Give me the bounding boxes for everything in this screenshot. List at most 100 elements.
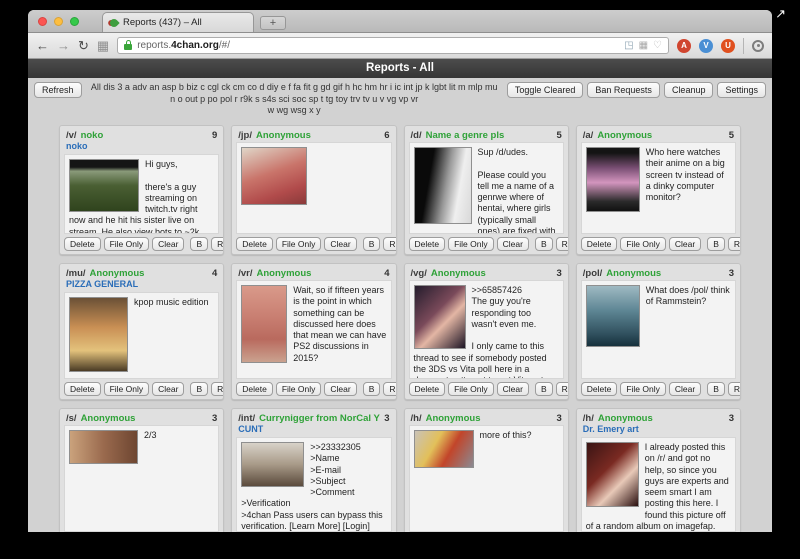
ban-requests-button[interactable]: Ban Requests xyxy=(587,82,660,98)
toolbar-divider xyxy=(743,38,744,54)
post-thumbnail[interactable] xyxy=(414,147,472,224)
adblock-extension-icon[interactable]: A xyxy=(677,39,691,53)
file-only-button[interactable]: File Only xyxy=(104,237,150,251)
tab-title: Reports (437) – All xyxy=(123,17,202,28)
post-title: Anonymous xyxy=(81,413,208,424)
post-thumbnail[interactable] xyxy=(241,285,287,363)
v-extension-icon[interactable]: V xyxy=(699,39,713,53)
post-content: I already posted this on /r/ and got no … xyxy=(581,437,736,532)
file-only-button[interactable]: File Only xyxy=(448,382,494,396)
card-actions: Delete File Only Clear B R M View xyxy=(409,379,564,396)
clear-button[interactable]: Clear xyxy=(324,382,356,396)
browser-menu-icon[interactable] xyxy=(752,40,764,52)
board-link[interactable]: /jp/ xyxy=(238,130,252,141)
clear-button[interactable]: Clear xyxy=(669,382,701,396)
new-tab-button[interactable]: + xyxy=(260,16,286,30)
card-header: /vg/ Anonymous 3 xyxy=(409,267,564,279)
delete-button[interactable]: Delete xyxy=(409,382,446,396)
post-thumbnail[interactable] xyxy=(241,147,307,205)
settings-button[interactable]: Settings xyxy=(717,82,766,98)
board-link[interactable]: /mu/ xyxy=(66,268,86,279)
ban-request-button[interactable]: R xyxy=(211,237,224,251)
report-card: /pol/ Anonymous 3 What does /pol/ think … xyxy=(576,263,741,400)
board-link[interactable]: /d/ xyxy=(411,130,422,141)
report-card: /vg/ Anonymous 3 >>65857426 The guy you'… xyxy=(404,263,569,400)
back-icon[interactable]: ← xyxy=(36,39,49,52)
ban-request-button[interactable]: R xyxy=(211,382,224,396)
delete-button[interactable]: Delete xyxy=(64,382,101,396)
report-card: /s/ Anonymous 3 2/3 Delete File Only Cle… xyxy=(59,408,224,532)
board-link[interactable]: /vr/ xyxy=(238,268,252,279)
post-thumbnail[interactable] xyxy=(69,430,138,464)
clear-button[interactable]: Clear xyxy=(152,382,184,396)
ban-request-button[interactable]: R xyxy=(383,382,396,396)
pageaction-icon[interactable]: ◳ xyxy=(624,40,633,51)
address-bar[interactable]: reports.4chan.org/#/ ◳ ▦ ♡ xyxy=(117,37,669,54)
clear-button[interactable]: Clear xyxy=(497,382,529,396)
file-only-button[interactable]: File Only xyxy=(620,237,666,251)
board-link[interactable]: /vg/ xyxy=(411,268,427,279)
clear-button[interactable]: Clear xyxy=(324,237,356,251)
delete-button[interactable]: Delete xyxy=(236,382,273,396)
browser-tab[interactable]: Reports (437) – All xyxy=(102,12,254,32)
board-link[interactable]: /v/ xyxy=(66,130,77,141)
file-only-button[interactable]: File Only xyxy=(104,382,150,396)
post-thumbnail[interactable] xyxy=(69,159,139,212)
reload-icon[interactable]: ↻ xyxy=(78,39,89,52)
post-thumbnail[interactable] xyxy=(414,430,474,468)
clear-button[interactable]: Clear xyxy=(497,237,529,251)
post-thumbnail[interactable] xyxy=(241,442,304,487)
board-link[interactable]: /s/ xyxy=(66,413,77,424)
card-actions: Delete File Only Clear B R M View (OP) xyxy=(236,234,391,251)
ban-button[interactable]: B xyxy=(363,382,381,396)
report-card: /v/ noko 9 noko Hi guys, there's a guy s… xyxy=(59,125,224,255)
ban-button[interactable]: B xyxy=(535,382,553,396)
ban-request-button[interactable]: R xyxy=(728,237,741,251)
report-count-badge: 9 xyxy=(212,130,217,141)
delete-button[interactable]: Delete xyxy=(581,382,618,396)
ban-request-button[interactable]: R xyxy=(728,382,741,396)
delete-button[interactable]: Delete xyxy=(64,237,101,251)
ban-button[interactable]: B xyxy=(707,382,725,396)
forward-icon[interactable]: → xyxy=(57,39,70,52)
post-thumbnail[interactable] xyxy=(414,285,466,349)
apps-grid-icon[interactable]: ▦ xyxy=(97,39,109,52)
file-only-button[interactable]: File Only xyxy=(620,382,666,396)
ban-button[interactable]: B xyxy=(190,237,208,251)
ban-request-button[interactable]: R xyxy=(556,237,569,251)
board-link[interactable]: /h/ xyxy=(411,413,422,424)
ban-request-button[interactable]: R xyxy=(383,237,396,251)
post-thumbnail[interactable] xyxy=(69,297,128,372)
ban-button[interactable]: B xyxy=(535,237,553,251)
post-thumbnail[interactable] xyxy=(586,147,640,212)
delete-button[interactable]: Delete xyxy=(581,237,618,251)
delete-button[interactable]: Delete xyxy=(236,237,273,251)
refresh-button[interactable]: Refresh xyxy=(34,82,82,98)
file-only-button[interactable]: File Only xyxy=(276,237,322,251)
post-thumbnail[interactable] xyxy=(586,442,639,507)
file-only-button[interactable]: File Only xyxy=(276,382,322,396)
toggle-cleared-button[interactable]: Toggle Cleared xyxy=(507,82,584,98)
clear-button[interactable]: Clear xyxy=(669,237,701,251)
delete-button[interactable]: Delete xyxy=(409,237,446,251)
board-link[interactable]: /a/ xyxy=(583,130,594,141)
minimize-window-button[interactable] xyxy=(54,17,63,26)
board-link[interactable]: /pol/ xyxy=(583,268,603,279)
ban-button[interactable]: B xyxy=(190,382,208,396)
ban-button[interactable]: B xyxy=(707,237,725,251)
board-link[interactable]: /int/ xyxy=(238,413,255,424)
grid-pageaction-icon[interactable]: ▦ xyxy=(639,40,648,51)
post-thumbnail[interactable] xyxy=(586,285,640,347)
ban-button[interactable]: B xyxy=(363,237,381,251)
u-extension-icon[interactable]: U xyxy=(721,39,735,53)
cleanup-button[interactable]: Cleanup xyxy=(664,82,714,98)
clear-button[interactable]: Clear xyxy=(152,237,184,251)
ban-request-button[interactable]: R xyxy=(556,382,569,396)
board-filter-links[interactable]: All dis 3 a adv an asp b biz c cgl ck cm… xyxy=(89,82,500,117)
board-link[interactable]: /h/ xyxy=(583,413,594,424)
file-only-button[interactable]: File Only xyxy=(448,237,494,251)
zoom-window-button[interactable] xyxy=(70,17,79,26)
card-actions: Delete File Only Clear B R M View (OP) xyxy=(64,234,219,251)
close-window-button[interactable] xyxy=(38,17,47,26)
heart-bookmark-icon[interactable]: ♡ xyxy=(653,40,662,51)
